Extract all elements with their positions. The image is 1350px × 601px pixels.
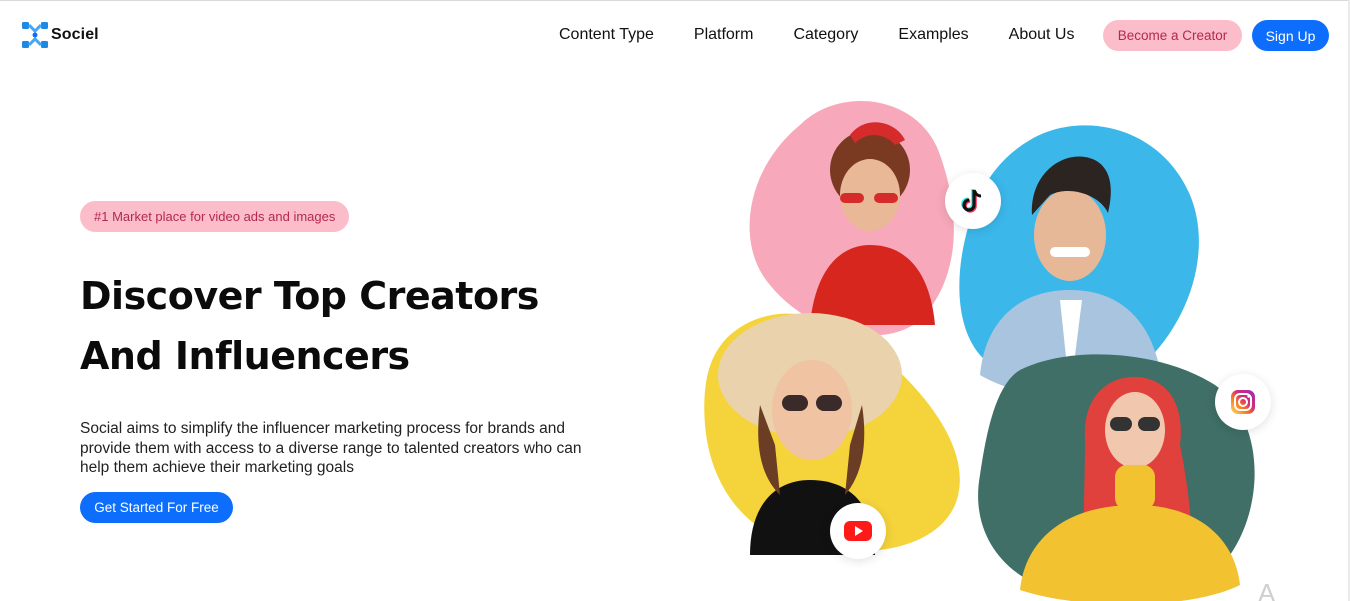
main-nav: Content Type Platform Category Examples … xyxy=(559,26,1114,44)
nav-item-about-us[interactable]: About Us xyxy=(1009,26,1075,44)
tiktok-icon[interactable] xyxy=(945,173,1001,229)
hero-headline-line-1: Discover Top Creators xyxy=(80,274,539,318)
brand-logo[interactable]: Sociel xyxy=(22,22,99,48)
nav-item-platform[interactable]: Platform xyxy=(694,26,754,44)
get-started-button[interactable]: Get Started For Free xyxy=(80,492,233,523)
watermark-text: A xyxy=(1258,578,1276,601)
hero-description: Social aims to simplify the influencer m… xyxy=(80,420,582,476)
top-border xyxy=(0,0,1350,1)
nav-item-content-type[interactable]: Content Type xyxy=(559,26,654,44)
hero-headline-line-2: And Influencers xyxy=(80,334,410,378)
hero-headline: Discover Top Creators And Influencers xyxy=(80,266,640,386)
nav-item-category[interactable]: Category xyxy=(793,26,858,44)
become-creator-button[interactable]: Become a Creator xyxy=(1103,20,1242,51)
creator-photo-pink xyxy=(749,101,954,336)
youtube-icon[interactable] xyxy=(830,503,886,559)
instagram-icon[interactable] xyxy=(1215,374,1271,430)
brand-name: Sociel xyxy=(51,26,99,43)
brand-logo-icon xyxy=(22,22,48,48)
creator-collage xyxy=(690,85,1290,601)
marketplace-badge: #1 Market place for video ads and images xyxy=(80,201,350,232)
nav-item-examples[interactable]: Examples xyxy=(898,26,968,44)
collage-shapes xyxy=(704,101,1255,601)
sign-up-button[interactable]: Sign Up xyxy=(1252,20,1329,51)
creator-photo-teal xyxy=(978,354,1255,601)
